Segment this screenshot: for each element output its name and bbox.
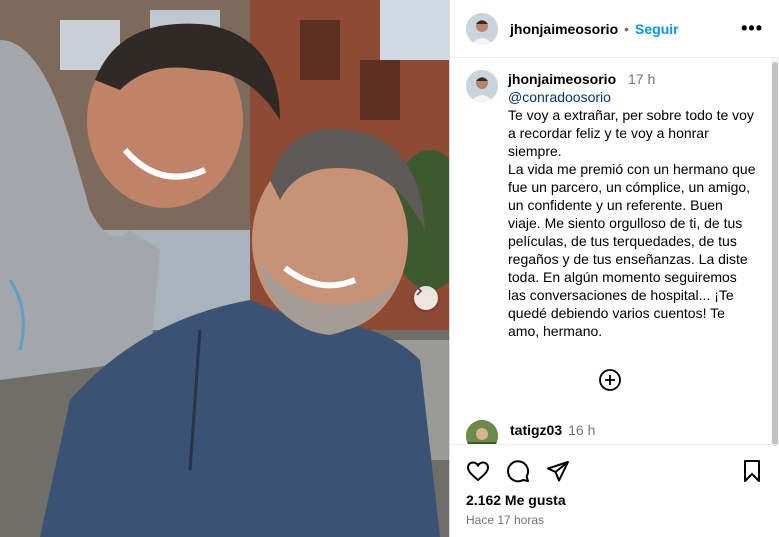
likes-count[interactable]: 2.162 Me gusta (466, 492, 566, 508)
action-icons (466, 459, 570, 483)
caption-avatar[interactable] (466, 70, 498, 102)
heart-icon[interactable] (466, 459, 490, 483)
avatar-image (466, 420, 498, 444)
comments-scrollbar-thumb[interactable] (772, 62, 778, 446)
photo-illustration (0, 0, 449, 537)
caption-mention[interactable]: @conradoosorio (508, 88, 756, 106)
more-options-icon[interactable]: ••• (741, 18, 763, 39)
author-avatar[interactable] (466, 12, 498, 45)
avatar-image (466, 12, 498, 45)
instagram-post-modal: jhonjaimeosorio • Seguir ••• jhonjaimeos (0, 0, 779, 537)
author-username[interactable]: jhonjaimeosorio (510, 21, 618, 37)
next-photo-button[interactable] (414, 286, 438, 310)
caption-username[interactable]: jhonjaimeosorio (508, 71, 616, 87)
comment-time: 16 h (568, 422, 596, 438)
avatar-image (466, 70, 498, 102)
caption-text: Te voy a extrañar, per sobre todo te voy… (508, 107, 756, 339)
bookmark-icon[interactable] (740, 459, 764, 483)
comment-icon[interactable] (506, 459, 530, 483)
header-separator: • (624, 20, 630, 37)
plus-circle-icon (599, 369, 621, 391)
post-caption: jhonjaimeosorio 17 h @conradoosorio Te v… (450, 58, 772, 340)
post-timestamp[interactable]: Hace 17 horas (466, 513, 544, 527)
comment-item: tatigz03 16 h (466, 420, 595, 444)
chevron-right-icon (416, 286, 423, 296)
post-actions: 2.162 Me gusta Hace 17 horas (450, 444, 779, 537)
commenter-avatar[interactable] (466, 420, 498, 444)
caption-time: 17 h (628, 71, 656, 87)
share-icon[interactable] (546, 459, 570, 483)
post-sidebar: jhonjaimeosorio • Seguir ••• jhonjaimeos (449, 0, 779, 537)
follow-button[interactable]: Seguir (635, 21, 679, 37)
post-photo[interactable] (0, 0, 449, 537)
comments-section[interactable]: jhonjaimeosorio 17 h @conradoosorio Te v… (450, 58, 772, 444)
caption-body: jhonjaimeosorio 17 h @conradoosorio Te v… (508, 70, 756, 340)
load-more-comments-button[interactable] (599, 369, 621, 391)
commenter-username[interactable]: tatigz03 (510, 422, 562, 444)
post-header: jhonjaimeosorio • Seguir ••• (450, 0, 779, 58)
